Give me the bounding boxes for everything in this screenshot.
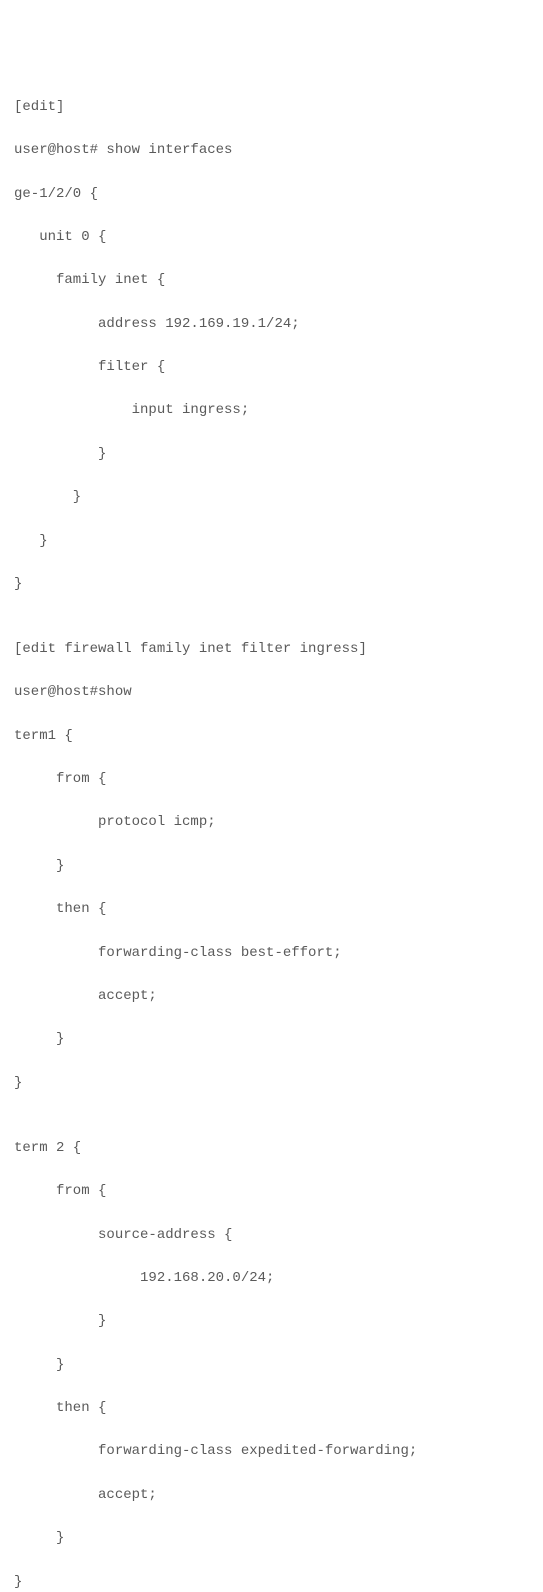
code-line: user@host#show (14, 682, 529, 704)
code-line: address 192.169.19.1/24; (14, 314, 529, 336)
code-line: protocol icmp; (14, 812, 529, 834)
code-line: accept; (14, 1485, 529, 1507)
code-line: [edit firewall family inet filter ingres… (14, 639, 529, 661)
code-line: accept; (14, 986, 529, 1008)
code-line: input ingress; (14, 400, 529, 422)
code-line: term1 { (14, 726, 529, 748)
code-line: } (14, 531, 529, 553)
code-line: } (14, 1572, 529, 1592)
code-line: from { (14, 769, 529, 791)
code-line: from { (14, 1181, 529, 1203)
code-line: } (14, 574, 529, 596)
code-line: unit 0 { (14, 227, 529, 249)
code-line: } (14, 1528, 529, 1550)
code-line: filter { (14, 357, 529, 379)
code-line: } (14, 1311, 529, 1333)
code-line: } (14, 1355, 529, 1377)
code-line: then { (14, 899, 529, 921)
code-line: forwarding-class expedited-forwarding; (14, 1441, 529, 1463)
code-line: forwarding-class best-effort; (14, 943, 529, 965)
code-line: } (14, 856, 529, 878)
code-line: } (14, 444, 529, 466)
code-line: } (14, 487, 529, 509)
code-line: user@host# show interfaces (14, 140, 529, 162)
code-line: ge-1/2/0 { (14, 184, 529, 206)
code-line: } (14, 1029, 529, 1051)
code-line: } (14, 1073, 529, 1095)
code-line: term 2 { (14, 1138, 529, 1160)
code-line: [edit] (14, 97, 529, 119)
code-line: family inet { (14, 270, 529, 292)
code-line: 192.168.20.0/24; (14, 1268, 529, 1290)
code-line: then { (14, 1398, 529, 1420)
code-line: source-address { (14, 1225, 529, 1247)
